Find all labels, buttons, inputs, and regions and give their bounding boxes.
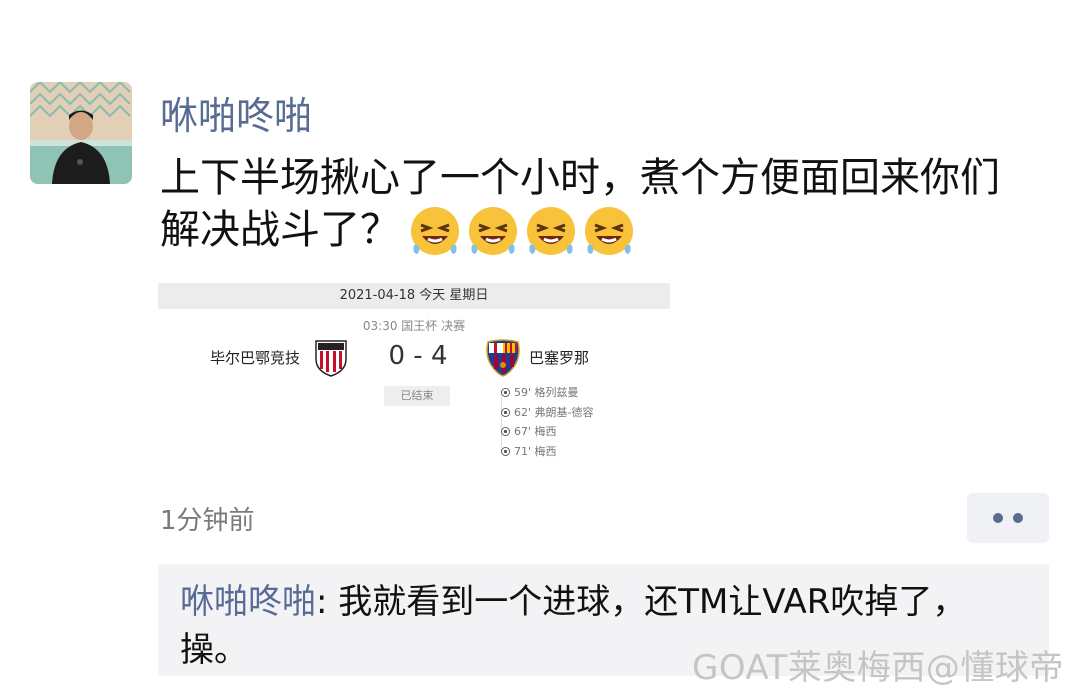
goal-text: 59' 格列兹曼 — [514, 386, 579, 399]
soccer-ball-icon — [501, 388, 510, 397]
comment-separator: : — [316, 582, 339, 622]
goal-text: 67' 梅西 — [514, 425, 557, 438]
goal-item: 67' 梅西 — [500, 422, 594, 442]
grinning-squint-drool-emoji — [469, 207, 517, 255]
match-status: 已结束 — [384, 386, 450, 406]
avatar-image — [30, 82, 132, 184]
more-dot-icon — [993, 513, 1003, 523]
match-score: 0 - 4 — [388, 341, 448, 371]
goal-text: 71' 梅西 — [514, 444, 557, 458]
match-date: 2021-04-18 今天 星期日 — [158, 283, 670, 309]
post-text: 上下半场揪心了一个小时，煮个方便面回来你们解决战斗了？ — [160, 152, 1020, 259]
grinning-squint-drool-emoji — [585, 207, 633, 255]
goal-list: 59' 格列兹曼 62' 弗朗基-德容 67' 梅西 71' 梅西 — [500, 383, 594, 461]
match-competition: 03:30 国王杯 决赛 — [362, 319, 466, 333]
goal-item: 59' 格列兹曼 — [500, 383, 594, 403]
goal-item: 71' 梅西 — [500, 442, 594, 462]
away-team-name: 巴塞罗那 — [529, 349, 590, 367]
grinning-squint-drool-emoji — [527, 207, 575, 255]
more-actions-button[interactable] — [967, 493, 1049, 543]
more-dot-icon — [1013, 513, 1023, 523]
goal-text: 62' 弗朗基-德容 — [514, 405, 594, 419]
post-timestamp: 1分钟前 — [160, 506, 255, 536]
match-card-image[interactable]: 2021-04-18 今天 星期日 03:30 国王杯 决赛 毕尔巴鄂竞技 0 … — [158, 283, 670, 463]
comment-username[interactable]: 咻啪咚啪 — [180, 582, 316, 622]
soccer-ball-icon — [501, 446, 510, 456]
emoji-row — [408, 205, 636, 259]
goal-item: 62' 弗朗基-德容 — [500, 403, 594, 423]
watermark: GOAT莱奥梅西@懂球帝 — [692, 648, 1064, 688]
post-username[interactable]: 咻啪咚啪 — [160, 92, 312, 140]
grinning-squint-drool-emoji — [411, 207, 459, 255]
athletic-bilbao-crest-icon — [315, 340, 347, 377]
soccer-ball-icon — [501, 427, 510, 436]
soccer-ball-icon — [501, 407, 510, 417]
home-team-name: 毕尔巴鄂竞技 — [210, 349, 301, 367]
avatar[interactable] — [30, 82, 132, 184]
barcelona-crest-icon — [486, 339, 520, 377]
